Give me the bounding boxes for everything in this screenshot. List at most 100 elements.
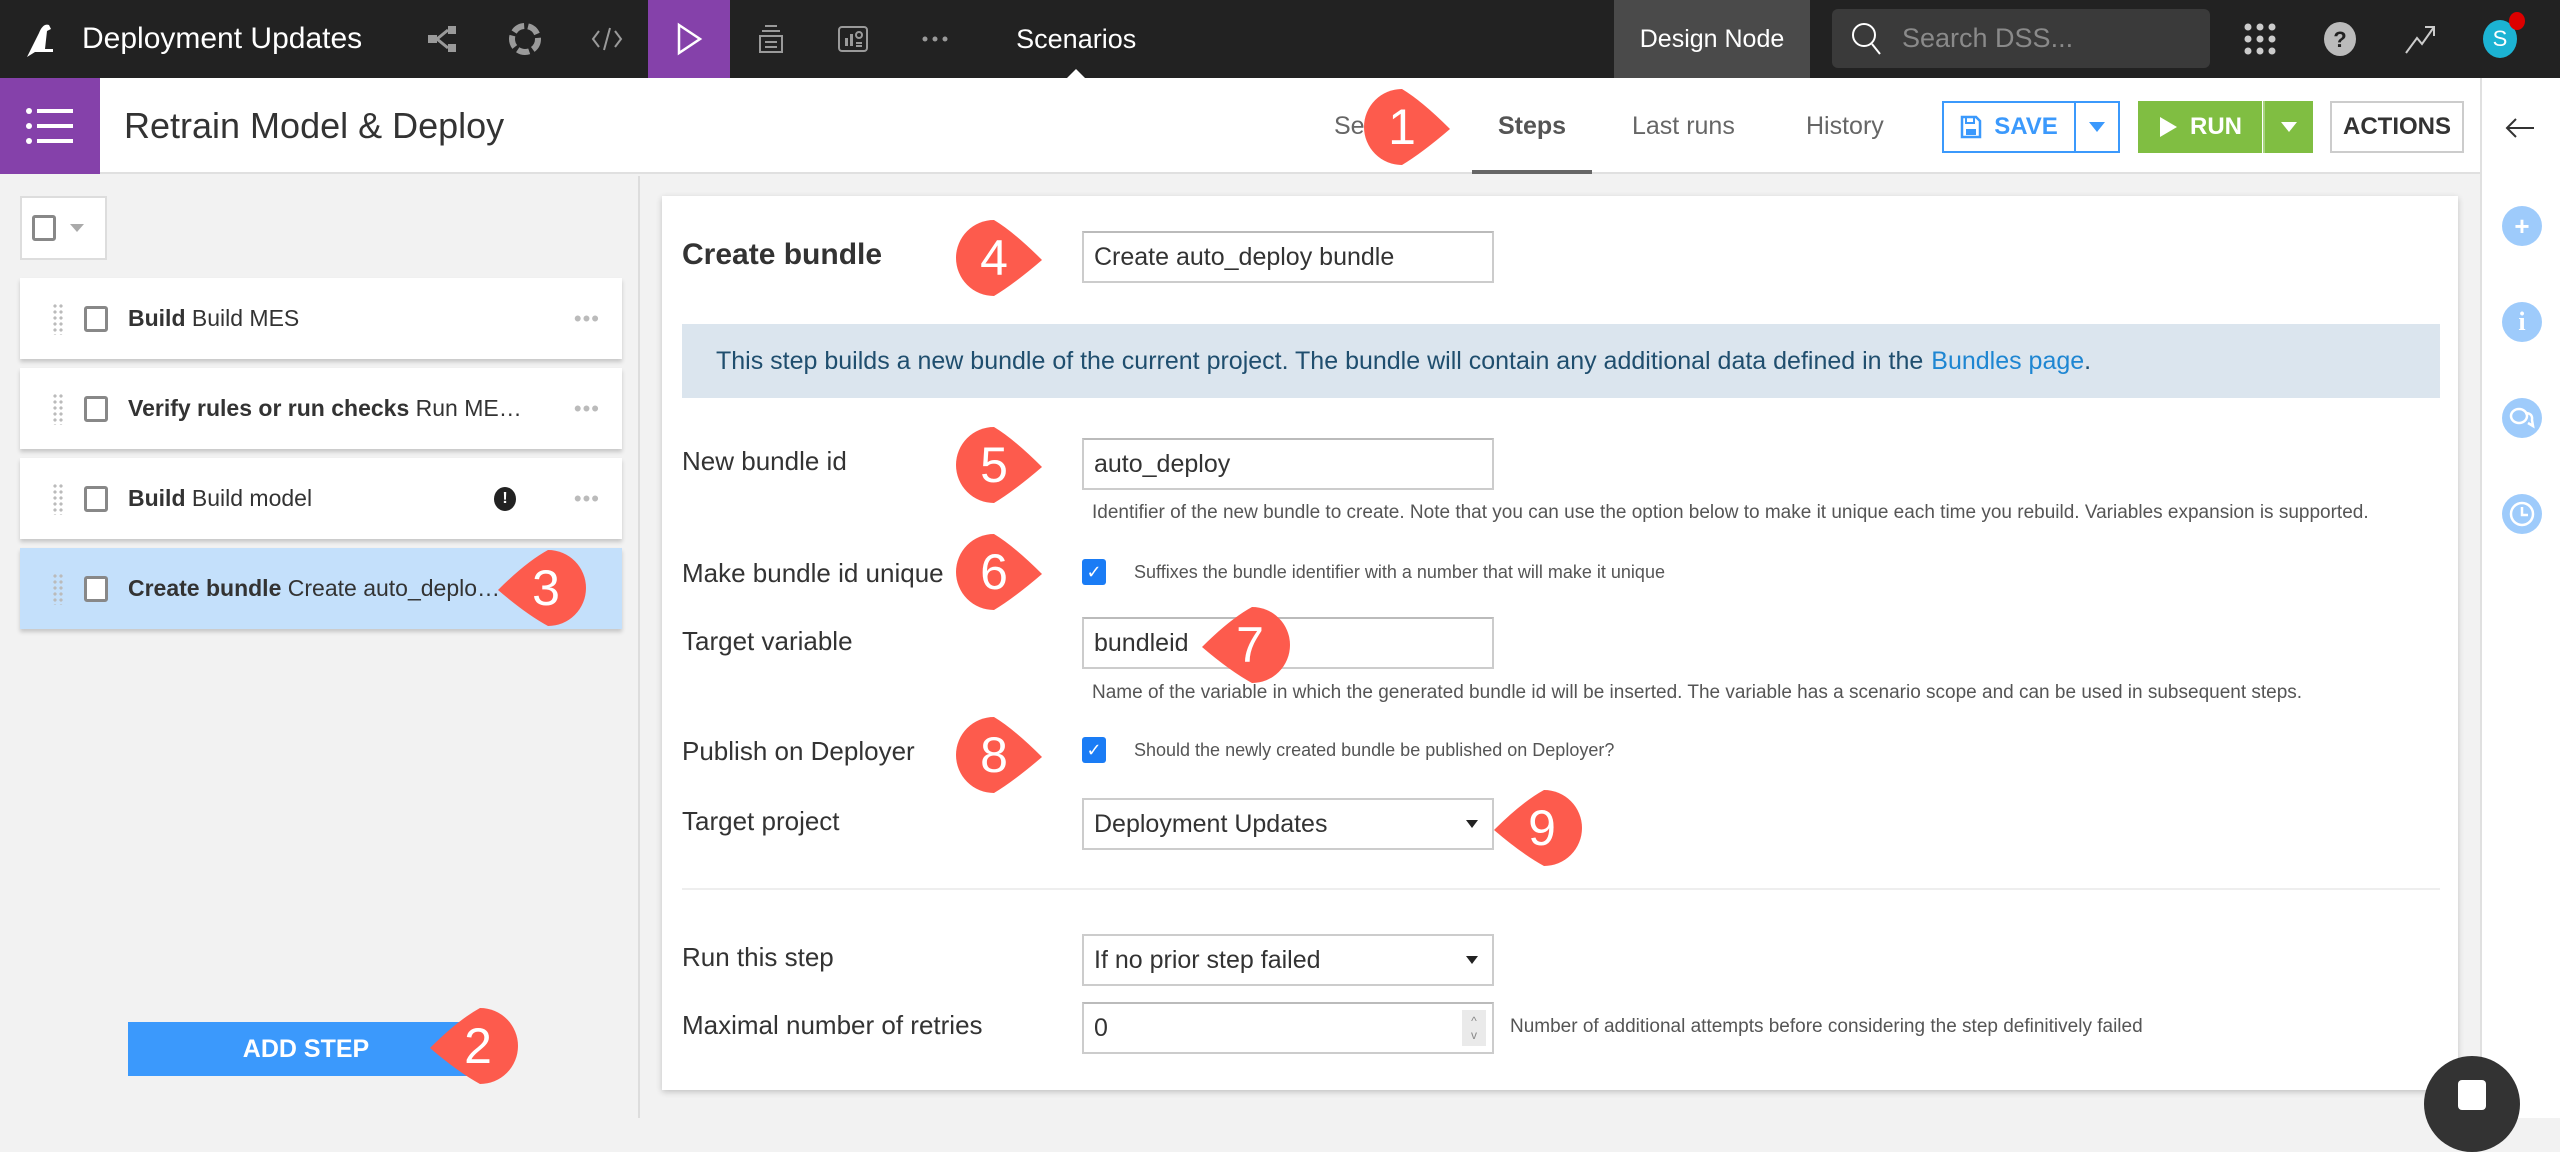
drag-handle-icon[interactable]	[52, 482, 64, 515]
drag-handle-icon[interactable]	[52, 392, 64, 425]
chat-launcher-button[interactable]	[2424, 1056, 2520, 1152]
drag-handle-icon[interactable]	[52, 572, 64, 605]
bundles-page-link[interactable]: Bundles page	[1931, 347, 2084, 376]
bundle-icon[interactable]	[730, 0, 812, 78]
collapse-arrow-icon[interactable]	[2504, 116, 2536, 145]
save-dropdown-button[interactable]	[2074, 101, 2120, 153]
make-unique-help: Suffixes the bundle identifier with a nu…	[1134, 562, 1665, 582]
active-section-caret	[1067, 69, 1086, 78]
play-icon	[2160, 117, 2177, 137]
annotation-marker-8: 8	[954, 715, 1044, 795]
step-label: Verify rules or run checks Run ME…	[128, 395, 522, 421]
step-item[interactable]: Build Build model ! •••	[20, 458, 622, 539]
step-item[interactable]: Verify rules or run checks Run ME… •••	[20, 368, 622, 449]
right-rail: + i	[2480, 78, 2560, 1118]
scenario-menu-button[interactable]	[0, 78, 100, 174]
run-dropdown-button[interactable]	[2263, 101, 2313, 153]
user-avatar[interactable]: S	[2470, 0, 2530, 78]
project-title[interactable]: Deployment Updates	[82, 22, 362, 56]
chat-icon	[2458, 1080, 2486, 1110]
chevron-down-icon	[2281, 122, 2297, 132]
notification-dot	[2509, 12, 2525, 30]
publish-help: Should the newly created bundle be publi…	[1134, 740, 1615, 760]
add-icon[interactable]: +	[2502, 206, 2542, 246]
step-type-title: Create bundle	[682, 238, 883, 271]
design-node-badge[interactable]: Design Node	[1614, 0, 1810, 78]
timeline-clock-icon[interactable]	[2502, 494, 2542, 534]
make-unique-checkbox[interactable]: ✓	[1082, 559, 1106, 585]
floppy-disk-icon	[1960, 115, 1982, 139]
warning-icon: !	[494, 486, 516, 511]
step-settings-card: Create bundle Create auto_deploy bundle …	[662, 196, 2458, 1090]
actions-button[interactable]: ACTIONS	[2330, 101, 2464, 153]
scenarios-play-icon[interactable]	[648, 0, 731, 78]
search-input[interactable]	[1902, 23, 2182, 54]
save-button[interactable]: SAVE	[1942, 101, 2074, 153]
scenario-header: Retrain Model & Deploy Set Steps Last ru…	[0, 78, 2480, 174]
tab-steps[interactable]: Steps	[1472, 78, 1593, 174]
annotation-marker-5: 5	[954, 425, 1044, 505]
tab-last-runs[interactable]: Last runs	[1632, 78, 1735, 174]
select-all-dropdown[interactable]	[20, 196, 107, 260]
annotation-marker-2: 2	[428, 1006, 518, 1086]
tab-history[interactable]: History	[1806, 78, 1884, 174]
step-checkbox[interactable]	[84, 575, 108, 602]
step-checkbox[interactable]	[84, 305, 108, 332]
target-project-select[interactable]: Deployment Updates	[1082, 798, 1494, 850]
scenario-title: Retrain Model & Deploy	[124, 105, 505, 146]
avatar-initial: S	[2492, 26, 2508, 51]
select-all-checkbox[interactable]	[32, 215, 56, 241]
run-button[interactable]: RUN	[2138, 101, 2262, 153]
step-item[interactable]: Build Build MES •••	[20, 278, 622, 359]
more-options-icon[interactable]: •••	[574, 396, 600, 422]
step-label: Build Build MES	[128, 305, 300, 331]
chevron-down-icon	[2089, 122, 2105, 132]
step-checkbox[interactable]	[84, 485, 108, 512]
lab-icon[interactable]	[484, 0, 566, 78]
more-options-icon[interactable]: •••	[574, 306, 600, 332]
annotation-marker-6: 6	[954, 532, 1044, 612]
bundle-id-help: Identifier of the new bundle to create. …	[1092, 502, 2369, 523]
retries-help: Number of additional attempts before con…	[1510, 1016, 2143, 1037]
annotation-marker-7: 7	[1200, 605, 1290, 685]
flow-icon[interactable]	[402, 0, 484, 78]
apps-grid-icon[interactable]	[2230, 0, 2290, 78]
retries-input[interactable]: 0 ^ v	[1082, 1002, 1494, 1054]
search-icon	[1852, 22, 1881, 55]
step-name-input[interactable]: Create auto_deploy bundle	[1082, 231, 1494, 283]
step-checkbox[interactable]	[84, 395, 108, 422]
annotation-marker-1: 1	[1362, 87, 1452, 167]
more-options-icon[interactable]: •••	[574, 486, 600, 512]
bundle-id-label: New bundle id	[682, 446, 847, 476]
top-navbar: Deployment Updates Scenarios Design Node…	[0, 0, 2560, 78]
target-variable-label: Target variable	[682, 626, 853, 656]
annotation-marker-3: 3	[496, 548, 586, 628]
target-variable-help: Name of the variable in which the genera…	[1092, 682, 2303, 703]
publish-label: Publish on Deployer	[682, 736, 915, 766]
step-label: Build Build model	[128, 485, 313, 511]
drag-handle-icon[interactable]	[52, 302, 64, 335]
annotation-marker-4: 4	[954, 218, 1044, 298]
bundle-id-input[interactable]: auto_deploy	[1082, 438, 1494, 490]
more-icon[interactable]	[894, 0, 976, 78]
run-condition-select[interactable]: If no prior step failed	[1082, 934, 1494, 986]
make-unique-label: Make bundle id unique	[682, 558, 944, 588]
list-icon	[26, 108, 73, 144]
scenarios-section[interactable]: Scenarios	[1016, 0, 1136, 78]
publish-checkbox[interactable]: ✓	[1082, 737, 1106, 763]
dataiku-logo-icon[interactable]	[0, 0, 82, 78]
info-banner: This step builds a new bundle of the cur…	[682, 324, 2440, 398]
info-icon[interactable]: i	[2502, 302, 2542, 342]
number-stepper[interactable]: ^ v	[1462, 1010, 1486, 1046]
code-icon[interactable]	[566, 0, 648, 78]
annotation-marker-9: 9	[1492, 788, 1582, 868]
svg-text:?: ?	[2333, 27, 2346, 52]
step-label: Create bundle Create auto_deplo…	[128, 575, 501, 601]
help-icon[interactable]: ?	[2310, 0, 2370, 78]
discussions-icon[interactable]	[2502, 398, 2542, 438]
run-condition-label: Run this step	[682, 942, 834, 972]
chevron-down-icon	[70, 224, 84, 232]
search-box[interactable]	[1832, 9, 2210, 68]
trends-icon[interactable]	[2390, 0, 2450, 78]
dashboard-icon[interactable]	[812, 0, 894, 78]
